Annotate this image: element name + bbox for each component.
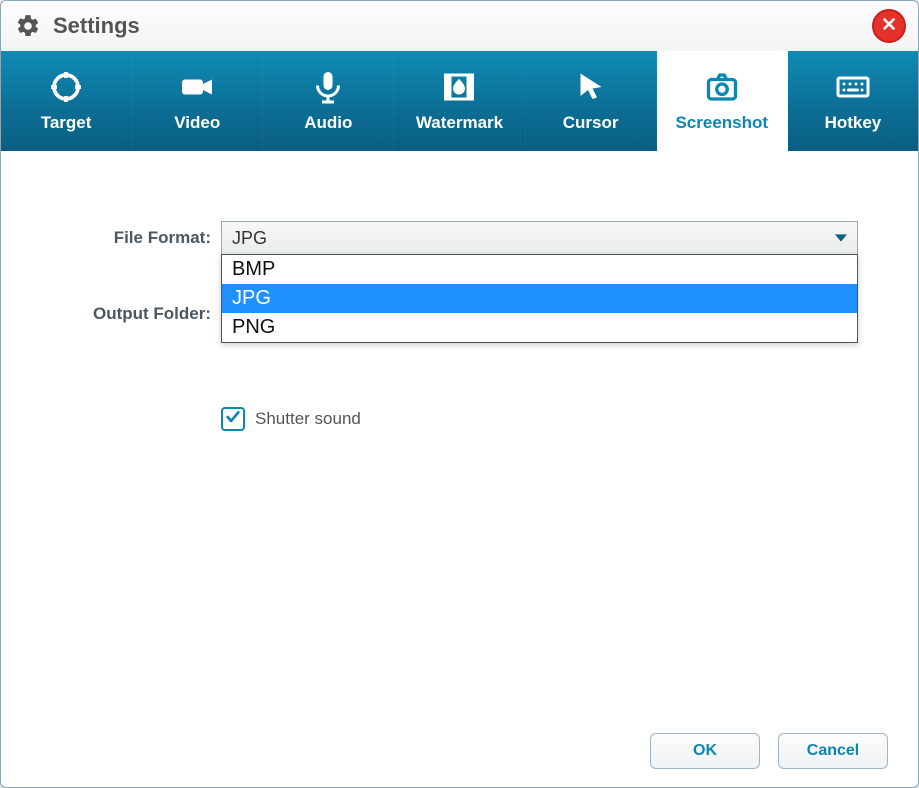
title-bar: Settings <box>1 1 918 51</box>
footer: OK Cancel <box>1 715 918 787</box>
tab-target[interactable]: Target <box>1 51 132 151</box>
tab-watermark[interactable]: Watermark <box>394 51 525 151</box>
file-format-option-jpg[interactable]: JPG <box>222 284 857 313</box>
content-area: File Format: JPG BMP JPG PNG Output Fold… <box>1 151 918 715</box>
ok-button-label: OK <box>693 742 717 760</box>
file-format-dropdown: BMP JPG PNG <box>221 254 858 343</box>
tab-label: Video <box>174 113 220 133</box>
file-format-option-bmp[interactable]: BMP <box>222 255 857 284</box>
tab-label: Hotkey <box>825 113 882 133</box>
shutter-sound-label: Shutter sound <box>255 409 361 429</box>
watermark-icon <box>441 69 477 105</box>
file-format-row: File Format: JPG BMP JPG PNG <box>61 221 858 255</box>
microphone-icon <box>310 69 346 105</box>
shutter-sound-checkbox[interactable] <box>221 407 245 431</box>
close-button[interactable] <box>872 9 906 43</box>
check-icon <box>225 409 241 430</box>
tab-video[interactable]: Video <box>132 51 263 151</box>
tab-cursor[interactable]: Cursor <box>526 51 657 151</box>
video-icon <box>179 69 215 105</box>
tab-strip: Target Video Audio Watermark Cursor <box>1 51 918 151</box>
tab-hotkey[interactable]: Hotkey <box>788 51 918 151</box>
gear-icon <box>15 13 41 39</box>
tab-screenshot[interactable]: Screenshot <box>657 51 788 151</box>
window-title: Settings <box>53 13 140 39</box>
target-icon <box>48 69 84 105</box>
tab-label: Audio <box>304 113 352 133</box>
tab-label: Watermark <box>416 113 503 133</box>
close-icon <box>880 15 898 38</box>
cancel-button-label: Cancel <box>807 742 859 760</box>
tab-audio[interactable]: Audio <box>263 51 394 151</box>
tab-label: Target <box>41 113 92 133</box>
ok-button[interactable]: OK <box>650 733 760 769</box>
file-format-option-png[interactable]: PNG <box>222 313 857 342</box>
tab-label: Cursor <box>563 113 619 133</box>
chevron-down-icon <box>835 228 847 249</box>
settings-window: Settings Target Video Audio <box>0 0 919 788</box>
output-folder-label: Output Folder: <box>61 304 221 324</box>
cancel-button[interactable]: Cancel <box>778 733 888 769</box>
file-format-value: JPG <box>232 228 267 249</box>
file-format-label: File Format: <box>61 228 221 248</box>
file-format-combo[interactable]: JPG <box>221 221 858 255</box>
tab-label: Screenshot <box>675 113 768 133</box>
cursor-icon <box>573 69 609 105</box>
keyboard-icon <box>835 69 871 105</box>
camera-icon <box>704 69 740 105</box>
shutter-sound-row: Shutter sound <box>221 407 858 431</box>
